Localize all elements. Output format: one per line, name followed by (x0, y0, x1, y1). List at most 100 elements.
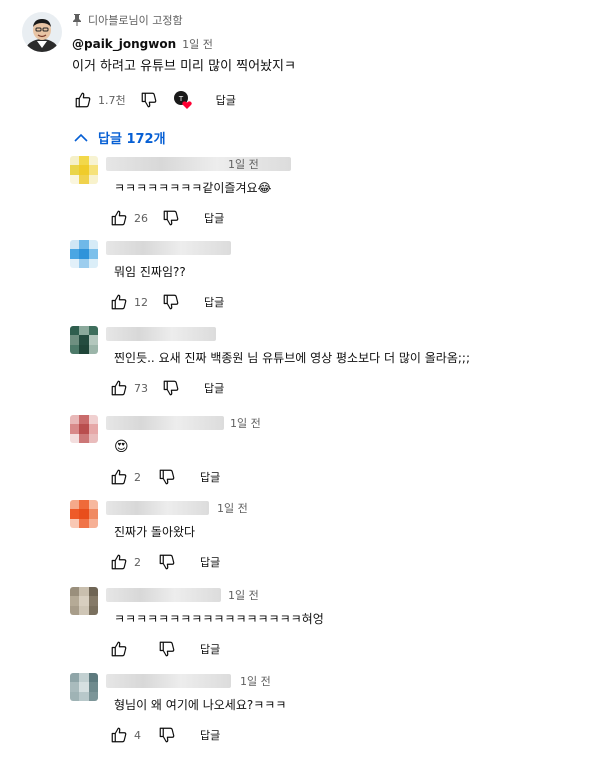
thumb-up-icon[interactable] (108, 377, 130, 399)
thumb-down-icon[interactable] (156, 466, 178, 488)
thumb-up-icon[interactable] (108, 466, 130, 488)
reply-avatar[interactable] (70, 673, 98, 701)
reply-avatar[interactable] (70, 587, 98, 615)
reply-avatar[interactable] (70, 326, 98, 354)
reply-button[interactable]: 답글 (204, 294, 224, 310)
avatar-pixel (79, 326, 89, 336)
like-count: 12 (134, 295, 148, 309)
thumb-down-icon[interactable] (156, 551, 178, 573)
avatar-pixel (88, 165, 98, 175)
reply-actions: 2 답글 (108, 550, 220, 574)
avatar-pixel (70, 682, 80, 692)
avatar-pixel (88, 258, 98, 268)
avatar-pixel (88, 605, 98, 615)
like-count: 73 (134, 381, 148, 395)
avatar-pixel (79, 240, 89, 250)
avatar-pixel (79, 258, 89, 268)
avatar-pixel (79, 156, 89, 166)
reply-author-blurred[interactable] (106, 327, 216, 341)
reply-actions: 답글 (108, 637, 220, 661)
avatar-pixel (88, 335, 98, 345)
avatar-pixel (79, 682, 89, 692)
avatar-pixel (79, 249, 89, 259)
reply-avatar[interactable] (70, 156, 98, 184)
reply-item: 찐인듯.. 요새 진짜 백종원 님 유튜브에 영상 평소보다 더 많이 올라옴;… (70, 326, 580, 412)
reply-button[interactable]: 답글 (200, 469, 220, 485)
avatar-pixel (88, 249, 98, 259)
avatar-pixel (88, 518, 98, 528)
reply-time[interactable]: 1일 전 (217, 500, 248, 516)
avatar-pixel (79, 673, 89, 683)
reply-author-blurred[interactable] (106, 157, 291, 171)
reply-avatar[interactable] (70, 415, 98, 443)
reply-button[interactable]: 답글 (200, 554, 220, 570)
reply-author-blurred[interactable] (106, 588, 221, 602)
reply-author-blurred[interactable] (106, 501, 209, 515)
like-count: 1.7천 (98, 94, 126, 107)
avatar-pixel (70, 326, 80, 336)
thumb-down-icon[interactable] (160, 291, 182, 313)
thumb-up-icon[interactable] (108, 291, 130, 313)
thumb-up-icon[interactable] (72, 89, 94, 111)
reply-button[interactable]: 답글 (204, 380, 224, 396)
avatar-pixel (70, 596, 80, 606)
comment-time[interactable]: 1일 전 (182, 36, 213, 52)
thumb-down-icon[interactable] (160, 377, 182, 399)
reply-button[interactable]: 답글 (200, 727, 220, 743)
like-count: 2 (134, 470, 141, 484)
thumb-up-icon[interactable] (108, 724, 130, 746)
avatar-pixel (70, 240, 80, 250)
thumb-down-icon[interactable] (138, 89, 160, 111)
comment-actions: 1.7천 T 답글 (72, 88, 572, 112)
avatar-pixel (88, 240, 98, 250)
replies-count: 답글 172개 (98, 132, 166, 147)
avatar-pixel (79, 500, 89, 510)
avatar-pixel (70, 335, 80, 345)
avatar-pixel (70, 165, 80, 175)
reply-time[interactable]: 1일 전 (228, 156, 259, 172)
reply-button[interactable]: 답글 (200, 641, 220, 657)
reply-avatar[interactable] (70, 240, 98, 268)
reply-time[interactable]: 1일 전 (240, 673, 271, 689)
thumb-down-icon[interactable] (160, 207, 182, 229)
avatar-pixel (79, 174, 89, 184)
reply-author-blurred[interactable] (106, 416, 224, 430)
reply-item: 1일 전 😍 2 답글 (70, 415, 580, 501)
pinned-label: 디아블로님이 고정함 (72, 12, 572, 28)
reply-text: 😍 (114, 439, 129, 455)
pin-icon (73, 14, 81, 26)
thumb-up-icon[interactable] (108, 638, 130, 660)
author-avatar[interactable] (22, 12, 62, 52)
replies-toggle[interactable]: 답글 172개 (74, 128, 166, 147)
reply-item: 뭐임 진짜임?? 12 답글 (70, 240, 580, 326)
reply-actions: 73 답글 (108, 376, 224, 400)
thumb-up-icon[interactable] (108, 207, 130, 229)
thumb-up-icon[interactable] (108, 551, 130, 573)
reply-actions: 4 답글 (108, 723, 220, 747)
reply-avatar[interactable] (70, 500, 98, 528)
reply-time[interactable]: 1일 전 (228, 587, 259, 603)
thumb-down-icon[interactable] (156, 638, 178, 660)
avatar-pixel (70, 258, 80, 268)
avatar-pixel (88, 587, 98, 597)
avatar-pixel (70, 344, 80, 354)
avatar-pixel (70, 424, 80, 434)
avatar-pixel (79, 415, 89, 425)
avatar-pixel (70, 605, 80, 615)
comment-author[interactable]: @paik_jongwon (72, 37, 176, 51)
avatar-pixel (88, 344, 98, 354)
reply-time[interactable]: 1일 전 (230, 415, 261, 431)
reply-button[interactable]: 답글 (204, 210, 224, 226)
avatar-pixel (79, 165, 89, 175)
reply-author-blurred[interactable] (106, 674, 231, 688)
reply-button[interactable]: 답글 (216, 92, 236, 108)
reply-actions: 26 답글 (108, 206, 224, 230)
avatar-pixel (70, 415, 80, 425)
avatar-pixel (88, 326, 98, 336)
reply-author-blurred[interactable] (106, 241, 231, 255)
comment-text: 이거 하려고 유튜브 미리 많이 찍어놨지ㅋ (72, 59, 296, 74)
avatar-pixel (88, 174, 98, 184)
thumb-down-icon[interactable] (156, 724, 178, 746)
avatar-pixel (88, 682, 98, 692)
avatar-pixel (70, 691, 80, 701)
